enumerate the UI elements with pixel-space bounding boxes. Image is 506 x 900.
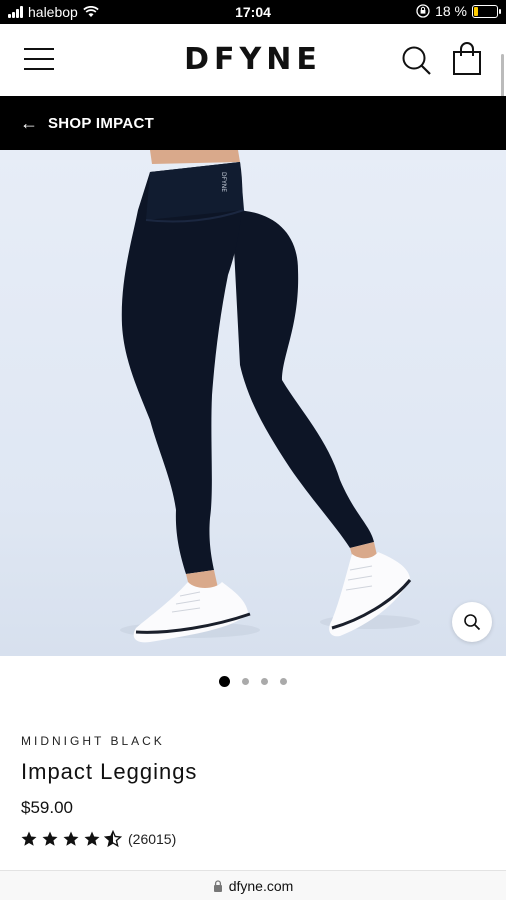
search-icon[interactable] (400, 44, 432, 76)
gallery-pagination (0, 676, 506, 687)
star-filled-icon (63, 831, 79, 846)
battery-icon (472, 4, 501, 18)
status-bar: halebop 17:04 18 % (0, 0, 506, 24)
back-to-collection-link[interactable]: ← SHOP IMPACT (0, 96, 506, 150)
product-price: $59.00 (21, 798, 73, 817)
star-filled-icon (21, 831, 37, 846)
star-half-icon (104, 830, 122, 848)
arrow-left-icon: ← (20, 113, 38, 133)
star-filled-icon (42, 831, 58, 846)
product-title: Impact Leggings (21, 759, 198, 784)
magnifier-icon (464, 614, 481, 631)
back-link-label: SHOP IMPACT (48, 114, 155, 132)
gallery-dot-3[interactable] (261, 678, 268, 685)
gallery-dot-1[interactable] (219, 676, 230, 687)
gallery-dot-4[interactable] (280, 678, 287, 685)
product-rating[interactable]: (26015) (20, 830, 176, 848)
battery-percent: 18 % (435, 3, 467, 19)
review-count: (26015) (128, 831, 177, 847)
lock-icon (213, 879, 222, 892)
zoom-button[interactable] (452, 602, 492, 642)
shopping-bag-icon[interactable] (450, 42, 484, 76)
site-header: DFYNE (0, 24, 506, 120)
leggings-photo: DFYNE (120, 150, 420, 643)
url-text: dfyne.com (228, 877, 294, 894)
star-filled-icon (84, 831, 100, 846)
browser-address-bar[interactable]: dfyne.com (0, 870, 506, 900)
product-color-name: MIDNIGHT BLACK (21, 734, 165, 748)
svg-text:DFYNE: DFYNE (220, 172, 227, 192)
gallery-dot-2[interactable] (242, 678, 249, 685)
orientation-lock-icon (416, 4, 430, 18)
product-image[interactable]: DFYNE (0, 150, 506, 656)
